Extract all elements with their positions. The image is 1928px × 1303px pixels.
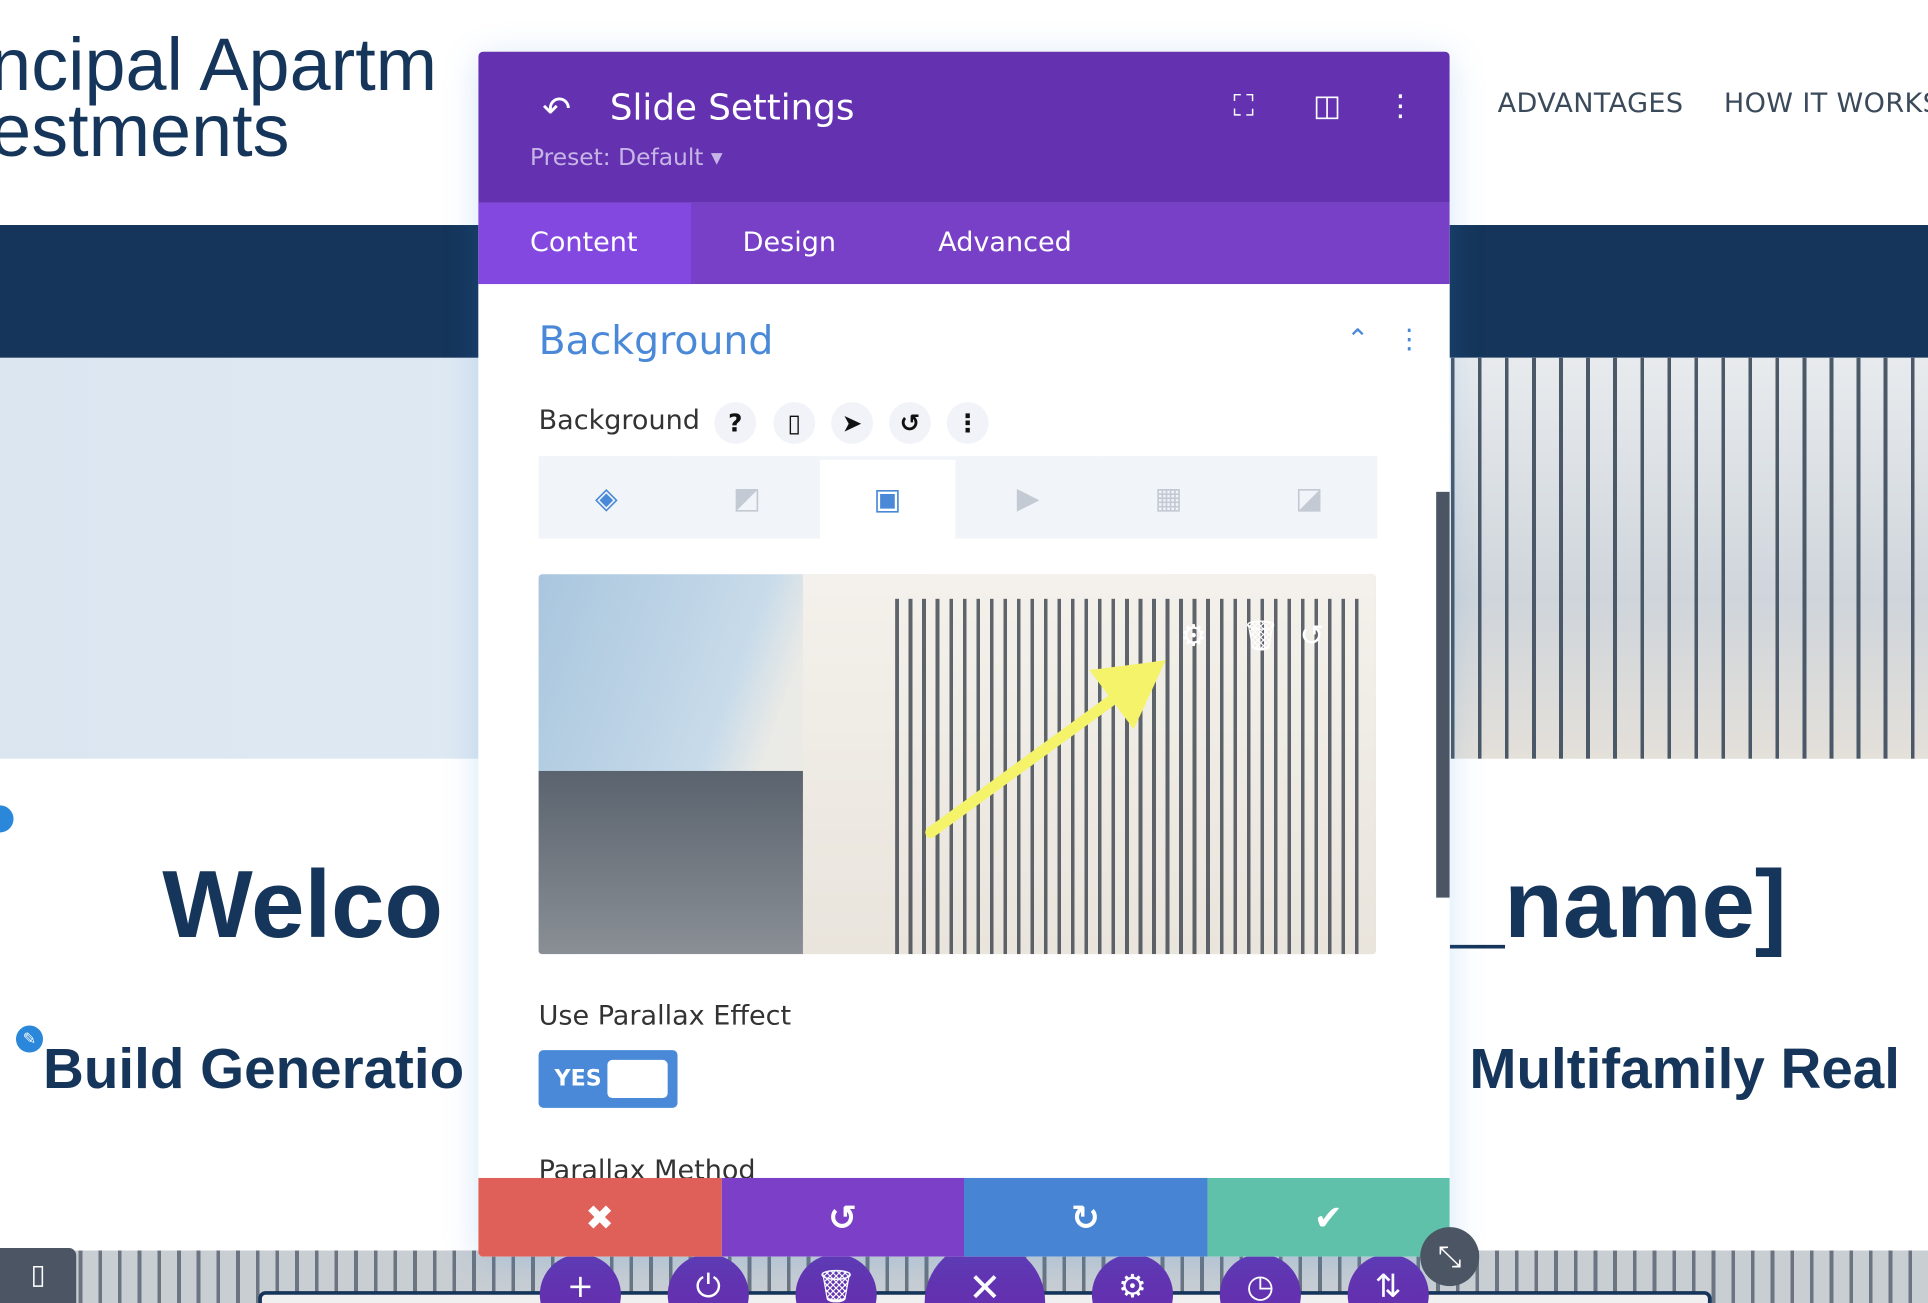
- image-reset-icon[interactable]: ↺: [1300, 618, 1325, 652]
- image-icon[interactable]: ▣: [819, 456, 956, 539]
- toggle-state: YES: [554, 1066, 602, 1092]
- modal-footer: ✖ ↺ ↻ ✔: [478, 1177, 1450, 1257]
- more-options-icon[interactable]: ⋮: [1386, 89, 1416, 123]
- parallax-label: Use Parallax Effect: [538, 1000, 792, 1032]
- hero-sub-left: Build Generatio: [43, 1036, 465, 1101]
- save-button[interactable]: ✔: [1206, 1177, 1450, 1257]
- scrollbar[interactable]: [1436, 491, 1450, 898]
- reset-icon[interactable]: ↺: [889, 402, 931, 444]
- help-icon[interactable]: ?: [714, 402, 757, 444]
- fullscreen-icon[interactable]: ⛶: [1233, 89, 1254, 123]
- pattern-icon[interactable]: ▦: [1100, 456, 1237, 539]
- back-icon[interactable]: ↶: [542, 89, 571, 130]
- phone-view-button[interactable]: ▯: [0, 1248, 77, 1303]
- nav-how-it-works[interactable]: HOW IT WORKS: [1724, 89, 1928, 120]
- modal-title: Slide Settings: [609, 86, 855, 128]
- edit-dot[interactable]: [0, 805, 14, 833]
- background-type-tabs: ◈ ◩ ▣ ▶ ▦ ◪: [538, 456, 1378, 539]
- field-more-icon[interactable]: ⋮: [946, 402, 989, 444]
- tab-content[interactable]: Content: [478, 202, 692, 285]
- preset-dropdown[interactable]: Preset: Default ▾: [530, 144, 723, 171]
- parallax-toggle[interactable]: YES: [538, 1050, 678, 1108]
- background-image-preview[interactable]: ⚙ 🗑 ↺: [538, 574, 1376, 955]
- phone-icon: ▯: [30, 1260, 46, 1292]
- hero-heading-right: _name]: [1450, 849, 1787, 958]
- mask-icon[interactable]: ◪: [1241, 456, 1378, 539]
- hover-cursor-icon[interactable]: ➤: [831, 402, 874, 444]
- background-field-label: Background: [538, 405, 700, 437]
- section-more-icon[interactable]: ⋮: [1396, 325, 1423, 356]
- cancel-button[interactable]: ✖: [478, 1177, 722, 1257]
- modal-header: ↶ Slide Settings Preset: Default ▾ ⛶ ◫ ⋮: [478, 51, 1450, 203]
- image-delete-icon[interactable]: 🗑: [1242, 618, 1279, 652]
- split-view-icon[interactable]: ◫: [1313, 89, 1341, 123]
- video-icon[interactable]: ▶: [960, 456, 1096, 539]
- slide-settings-modal: ↶ Slide Settings Preset: Default ▾ ⛶ ◫ ⋮…: [478, 51, 1450, 1257]
- undo-button[interactable]: ↺: [721, 1177, 965, 1257]
- color-fill-icon[interactable]: ◈: [538, 456, 675, 539]
- image-settings-gear-icon[interactable]: ⚙: [1180, 618, 1206, 652]
- tab-design[interactable]: Design: [743, 203, 836, 284]
- nav-advantages[interactable]: ADVANTAGES: [1498, 89, 1684, 120]
- tab-bar: Content Design Advanced: [478, 202, 1450, 285]
- toggle-knob: [607, 1059, 668, 1099]
- hero-sub-right: Multifamily Real: [1469, 1036, 1900, 1101]
- responsive-phone-icon[interactable]: ▯: [773, 402, 816, 444]
- gradient-icon[interactable]: ◩: [679, 456, 815, 539]
- collapse-chevron-icon[interactable]: ⌃: [1346, 325, 1369, 356]
- site-logo[interactable]: ncipal Apartm estments: [0, 28, 437, 168]
- redo-button[interactable]: ↻: [964, 1177, 1207, 1257]
- tab-advanced[interactable]: Advanced: [938, 203, 1072, 284]
- hero-balcony-image: [1450, 357, 1928, 759]
- section-title[interactable]: Background: [539, 317, 774, 364]
- hero-heading-left: Welco: [162, 849, 444, 958]
- pencil-icon[interactable]: ✎: [15, 1025, 44, 1053]
- resize-handle-icon[interactable]: ⤡: [1420, 1227, 1480, 1287]
